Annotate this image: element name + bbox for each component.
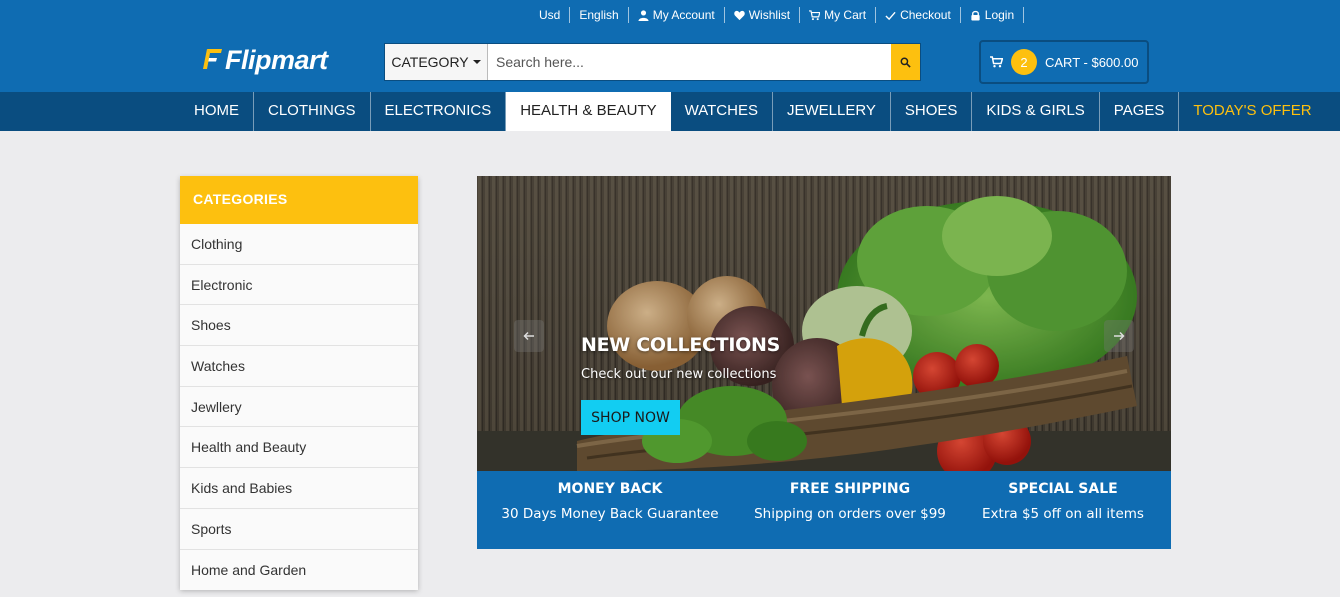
user-icon (638, 9, 649, 21)
hero-slider: NEW COLLECTIONS Check out our new collec… (477, 176, 1171, 471)
nav-item-health-beauty[interactable]: HEALTH & BEAUTY (506, 92, 671, 131)
info-free-shipping: FREE SHIPPING Shipping on orders over $9… (735, 481, 965, 522)
nav-item-clothings[interactable]: CLOTHINGS (254, 92, 371, 131)
categories-heading: CATEGORIES (180, 176, 418, 224)
nav-item-todays-offer[interactable]: TODAY'S OFFER (1179, 92, 1325, 131)
my-account-label: My Account (652, 8, 715, 22)
language-selector[interactable]: English (570, 7, 629, 23)
site-logo[interactable]: Flipmart (202, 42, 328, 78)
info-title: MONEY BACK (557, 481, 663, 497)
nav-item-home[interactable]: HOME (180, 92, 254, 131)
info-strip: MONEY BACK 30 Days Money Back Guarantee … (477, 471, 1171, 549)
arrow-left-icon (523, 331, 534, 341)
info-description: Shipping on orders over $99 (754, 506, 946, 522)
check-icon (885, 11, 896, 20)
search-icon (900, 57, 911, 68)
info-title: FREE SHIPPING (789, 481, 911, 497)
currency-label: Usd (539, 8, 561, 22)
login-link[interactable]: Login (961, 7, 1025, 23)
my-account-link[interactable]: My Account (629, 7, 725, 23)
lock-icon (971, 10, 980, 21)
category-item-sports[interactable]: Sports (180, 508, 418, 550)
slider-prev-button[interactable] (514, 320, 544, 352)
my-cart-link[interactable]: My Cart (800, 7, 877, 23)
categories-sidebar: CATEGORIES Clothing Electronic Shoes Wat… (180, 176, 418, 591)
search-input[interactable] (488, 44, 891, 80)
wishlist-link[interactable]: Wishlist (725, 7, 801, 23)
search-category-dropdown[interactable]: CATEGORY (385, 44, 488, 80)
cart-summary-button[interactable]: 2 CART - $600.00 (979, 40, 1149, 84)
login-label: Login (984, 8, 1015, 22)
heart-icon (734, 10, 745, 20)
cart-icon (809, 9, 821, 20)
cart-count-badge: 2 (1011, 49, 1037, 75)
my-cart-label: My Cart (824, 8, 867, 22)
wishlist-label: Wishlist (748, 8, 791, 22)
banner-title: NEW COLLECTIONS (581, 334, 780, 356)
top-links: Usd English My Account Wishlist My Cart … (530, 0, 1025, 30)
info-description: 30 Days Money Back Guarantee (501, 506, 719, 522)
info-money-back: MONEY BACK 30 Days Money Back Guarantee (495, 481, 725, 522)
logo-text: Flipmart (225, 44, 328, 75)
language-label: English (579, 8, 619, 22)
info-special-sale: SPECIAL SALE Extra $5 off on all items (963, 481, 1163, 522)
header-bar: Usd English My Account Wishlist My Cart … (0, 0, 1340, 92)
arrow-right-icon (1114, 331, 1125, 341)
nav-item-shoes[interactable]: SHOES (891, 92, 973, 131)
search-button[interactable] (891, 44, 920, 80)
currency-selector[interactable]: Usd (530, 7, 571, 23)
category-item-kids-babies[interactable]: Kids and Babies (180, 468, 418, 509)
banner-subtitle: Check out our new collections (581, 367, 777, 382)
shop-now-button[interactable]: SHOP NOW (581, 400, 680, 435)
nav-item-jewellery[interactable]: JEWELLERY (773, 92, 891, 131)
category-item-home-garden[interactable]: Home and Garden (180, 549, 418, 591)
search-bar: CATEGORY (384, 43, 921, 81)
slider-next-button[interactable] (1104, 320, 1134, 352)
cart-icon (990, 56, 1003, 68)
checkout-label: Checkout (900, 8, 951, 22)
main-navigation: HOME CLOTHINGS ELECTRONICS HEALTH & BEAU… (0, 92, 1340, 131)
checkout-link[interactable]: Checkout (876, 7, 961, 23)
nav-item-watches[interactable]: WATCHES (671, 92, 773, 131)
category-item-clothing[interactable]: Clothing (180, 224, 418, 265)
category-item-watches[interactable]: Watches (180, 346, 418, 387)
search-category-label: CATEGORY (391, 54, 469, 70)
info-description: Extra $5 off on all items (982, 506, 1144, 522)
info-title: SPECIAL SALE (1008, 481, 1118, 497)
category-item-shoes[interactable]: Shoes (180, 305, 418, 347)
nav-item-pages[interactable]: PAGES (1100, 92, 1180, 131)
category-item-jewllery[interactable]: Jewllery (180, 386, 418, 428)
cart-total-label: CART - $600.00 (1045, 54, 1139, 70)
nav-item-kids-girls[interactable]: KIDS & GIRLS (972, 92, 1100, 131)
logo-mark-icon (202, 47, 224, 73)
category-item-electronic[interactable]: Electronic (180, 264, 418, 306)
nav-item-electronics[interactable]: ELECTRONICS (371, 92, 507, 131)
category-item-health-beauty[interactable]: Health and Beauty (180, 427, 418, 469)
caret-down-icon (472, 60, 481, 64)
